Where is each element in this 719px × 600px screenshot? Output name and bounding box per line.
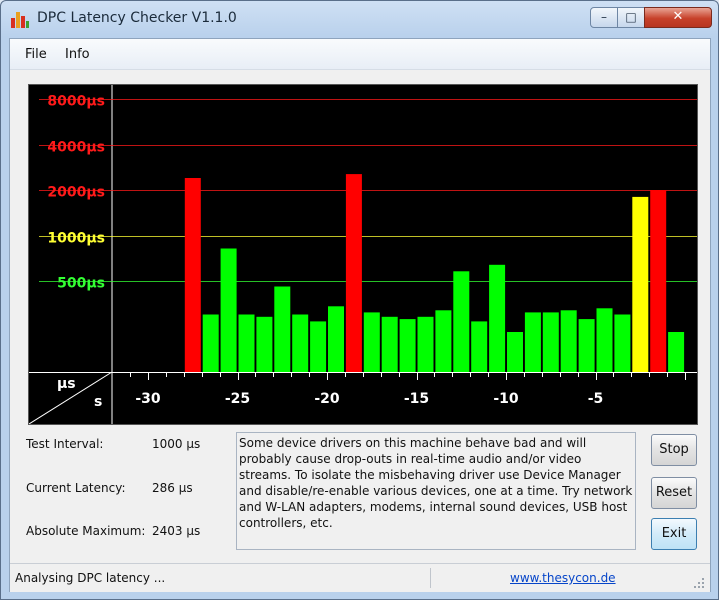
latency-bar xyxy=(632,196,649,372)
y-tick-label: 1000µs xyxy=(47,231,105,247)
app-window: DPC Latency Checker V1.1.0 – □ ✕ File In… xyxy=(0,0,719,600)
x-axis-unit-label: s xyxy=(94,394,102,410)
status-bar: Analysing DPC latency ... www.thesycon.d… xyxy=(10,563,710,592)
website-link[interactable]: www.thesycon.de xyxy=(510,571,616,585)
x-tick-label: -5 xyxy=(588,391,604,407)
minimize-button[interactable]: – xyxy=(590,7,618,28)
latency-bar xyxy=(256,316,273,372)
current-latency-value: 286 µs xyxy=(152,481,193,495)
latency-bar xyxy=(184,178,201,372)
stop-button[interactable]: Stop xyxy=(651,434,697,466)
latency-bar xyxy=(489,264,506,372)
absolute-maximum-label: Absolute Maximum: xyxy=(26,524,146,538)
latency-bar xyxy=(435,310,452,372)
client-area: File Info 16000µs8000µs4000µs2000µs1000µ… xyxy=(9,38,711,592)
maximize-button[interactable]: □ xyxy=(617,7,645,28)
latency-bar xyxy=(578,319,595,372)
absolute-maximum-value: 2403 µs xyxy=(152,524,201,538)
y-tick-label: 8000µs xyxy=(47,94,105,110)
latency-bar xyxy=(399,319,416,372)
y-axis-unit-label: µs xyxy=(57,376,76,392)
x-tick-label: -15 xyxy=(404,391,429,407)
latency-bar xyxy=(292,314,309,372)
latency-bar xyxy=(238,314,255,372)
latency-bar xyxy=(453,271,470,372)
resize-grip-icon[interactable] xyxy=(692,576,706,590)
latency-bar xyxy=(220,248,237,372)
latency-bar xyxy=(381,316,398,372)
latency-bar xyxy=(310,321,327,372)
x-tick-label: -20 xyxy=(314,391,340,407)
reset-button[interactable]: Reset xyxy=(651,477,697,509)
latency-bar xyxy=(507,332,523,372)
app-logo-icon xyxy=(11,10,29,28)
test-interval-label: Test Interval: xyxy=(26,437,104,451)
x-tick-label: -25 xyxy=(225,391,250,407)
latency-bar xyxy=(274,286,291,372)
y-tick-label: 2000µs xyxy=(47,185,105,201)
status-text: Analysing DPC latency ... xyxy=(15,571,166,585)
latency-chart-svg: 16000µs8000µs4000µs2000µs1000µs500µs-30-… xyxy=(29,85,697,424)
latency-bar xyxy=(524,312,541,372)
title-bar[interactable]: DPC Latency Checker V1.1.0 – □ ✕ xyxy=(1,1,718,39)
latency-bar xyxy=(668,332,685,372)
latency-bar xyxy=(345,174,362,372)
x-tick-label: -30 xyxy=(135,391,161,407)
latency-graph: 16000µs8000µs4000µs2000µs1000µs500µs-30-… xyxy=(28,84,698,425)
menu-file[interactable]: File xyxy=(25,47,47,62)
menu-info[interactable]: Info xyxy=(65,47,90,62)
latency-bar xyxy=(202,314,219,372)
test-interval-value: 1000 µs xyxy=(152,437,201,451)
latency-bar xyxy=(596,308,613,372)
y-tick-label: 4000µs xyxy=(47,140,105,156)
latency-bar xyxy=(542,312,559,372)
latency-bar xyxy=(363,312,380,372)
diagnosis-message: Some device drivers on this machine beha… xyxy=(236,432,636,550)
menu-bar: File Info xyxy=(10,39,710,70)
exit-button[interactable]: Exit xyxy=(651,518,697,550)
latency-bar xyxy=(471,321,488,372)
y-tick-label: 500µs xyxy=(57,276,105,292)
latency-bar xyxy=(614,314,631,372)
current-latency-label: Current Latency: xyxy=(26,481,126,495)
status-separator xyxy=(430,568,431,588)
latency-bar xyxy=(560,310,577,372)
close-button[interactable]: ✕ xyxy=(644,7,712,28)
x-tick-label: -10 xyxy=(493,391,519,407)
latency-bar xyxy=(650,190,667,372)
latency-bar xyxy=(417,316,434,372)
window-title: DPC Latency Checker V1.1.0 xyxy=(37,10,237,26)
latency-bar xyxy=(328,306,344,372)
